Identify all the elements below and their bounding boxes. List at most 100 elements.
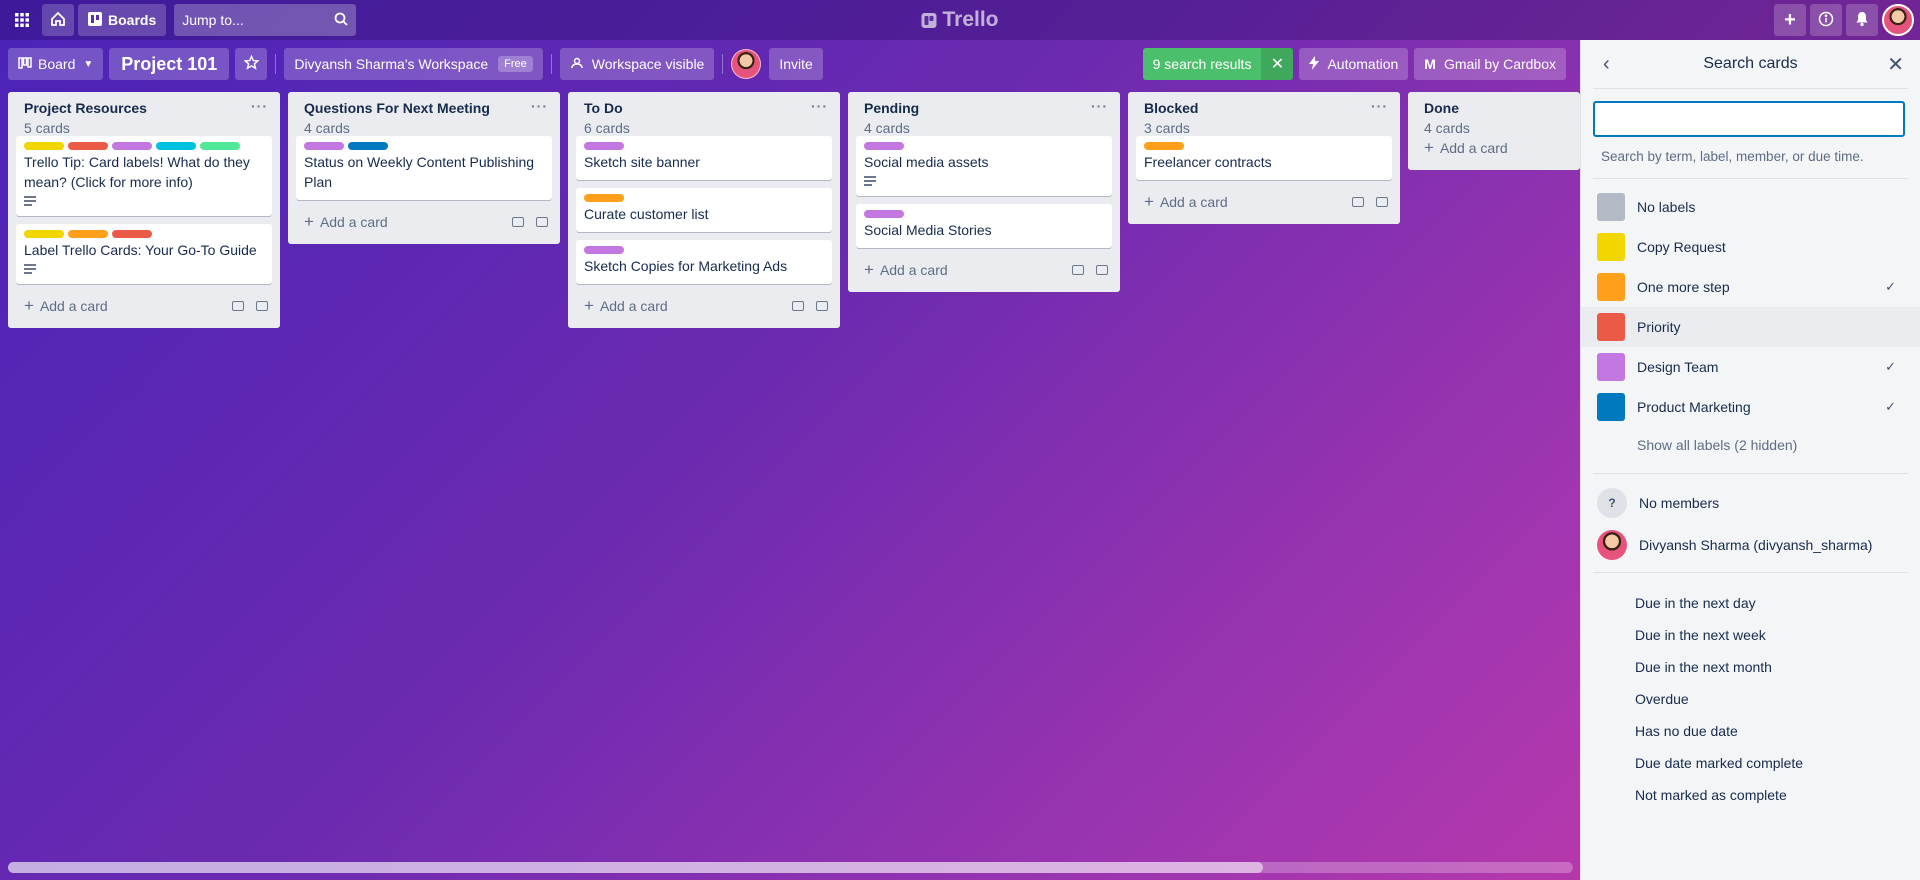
due-filter-next-week[interactable]: Due in the next week (1581, 619, 1920, 651)
video-icon[interactable] (232, 301, 244, 311)
list-menu-icon[interactable]: ··· (1091, 98, 1108, 114)
notifications-button[interactable] (1846, 4, 1878, 36)
board-title[interactable]: Project 101 (109, 48, 230, 80)
label-purple (864, 142, 904, 150)
video-icon[interactable] (1352, 197, 1364, 207)
unknown-member-icon: ? (1597, 488, 1627, 518)
video-icon[interactable] (792, 301, 804, 311)
due-filter-next-day[interactable]: Due in the next day (1581, 587, 1920, 619)
list-header[interactable]: Project Resources 5 cards ··· (16, 92, 272, 136)
add-card-button[interactable]: + Add a card (576, 292, 832, 320)
list-menu-icon[interactable]: ··· (531, 98, 548, 114)
account-avatar[interactable] (1882, 4, 1914, 36)
automation-button[interactable]: Automation (1299, 48, 1409, 80)
due-filter-next-month[interactable]: Due in the next month (1581, 651, 1920, 683)
add-card-button[interactable]: + Add a card (856, 256, 1112, 284)
workspace-button[interactable]: Divyansh Sharma's Workspace Free (284, 48, 543, 80)
scrollbar-thumb[interactable] (8, 862, 1263, 873)
trello-logo-icon (921, 12, 937, 28)
list-title[interactable]: Project Resources (24, 100, 268, 116)
due-filter-not-complete[interactable]: Not marked as complete (1581, 779, 1920, 811)
label-filter-one-more-step[interactable]: One more step ✓ (1581, 267, 1920, 307)
visibility-button[interactable]: Workspace visible (559, 48, 715, 80)
template-icon[interactable] (536, 217, 548, 227)
member-avatar[interactable] (731, 49, 762, 79)
clear-search-icon[interactable]: ✕ (1261, 48, 1294, 80)
list-menu-icon[interactable]: ··· (1371, 98, 1388, 114)
template-icon[interactable] (256, 301, 268, 311)
card[interactable]: Curate customer list (576, 188, 832, 232)
card-title: Trello Tip: Card labels! What do they me… (24, 154, 250, 190)
add-card-button[interactable]: + Add a card (296, 208, 552, 236)
due-filter-complete[interactable]: Due date marked complete (1581, 747, 1920, 779)
trello-logo[interactable]: Trello (921, 0, 999, 40)
card-labels (584, 142, 824, 150)
label-purple (112, 142, 152, 150)
card[interactable]: Status on Weekly Content Publishing Plan (296, 136, 552, 200)
label-filter-priority[interactable]: Priority (1581, 307, 1920, 347)
list-title[interactable]: Done (1424, 100, 1568, 116)
label-name: One more step (1637, 279, 1730, 295)
video-icon[interactable] (1072, 265, 1084, 275)
label-filter-copy-request[interactable]: Copy Request (1581, 227, 1920, 267)
list-title[interactable]: To Do (584, 100, 828, 116)
home-button[interactable] (42, 4, 74, 36)
template-icon[interactable] (1376, 197, 1388, 207)
free-badge: Free (498, 56, 533, 72)
card[interactable]: Label Trello Cards: Your Go-To Guide (16, 224, 272, 284)
list-header[interactable]: Pending 4 cards ··· (856, 92, 1112, 136)
label-purple (584, 142, 624, 150)
list-title[interactable]: Questions For Next Meeting (304, 100, 548, 116)
add-card-button[interactable]: + Add a card (16, 292, 272, 320)
label-swatch (1597, 233, 1625, 261)
list-title[interactable]: Blocked (1144, 100, 1388, 116)
apps-grid-icon[interactable] (6, 4, 38, 36)
back-icon[interactable]: ‹ (1603, 53, 1610, 76)
label-filter-design-team[interactable]: Design Team ✓ (1581, 347, 1920, 387)
show-all-labels-link[interactable]: Show all labels (2 hidden) (1581, 427, 1920, 467)
card[interactable]: Social media assets (856, 136, 1112, 196)
boards-button[interactable]: Boards (78, 4, 167, 36)
list-header[interactable]: To Do 6 cards ··· (576, 92, 832, 136)
invite-button[interactable]: Invite (769, 48, 823, 80)
add-card-button[interactable]: + Add a card (1416, 134, 1572, 162)
list-title[interactable]: Pending (864, 100, 1108, 116)
star-icon (243, 54, 260, 73)
label-filter-no-labels[interactable]: No labels (1581, 187, 1920, 227)
card[interactable]: Sketch Copies for Marketing Ads (576, 240, 832, 284)
video-icon[interactable] (512, 217, 524, 227)
card[interactable]: Sketch site banner (576, 136, 832, 180)
member-filter-divyansh[interactable]: Divyansh Sharma (divyansh_sharma) (1581, 524, 1920, 566)
member-filter-no-members[interactable]: ? No members (1581, 482, 1920, 524)
search-cards-input[interactable] (1593, 101, 1905, 137)
star-button[interactable] (235, 48, 268, 80)
close-icon[interactable]: ✕ (1887, 52, 1904, 77)
info-button[interactable] (1810, 4, 1842, 36)
plus-icon: + (1144, 192, 1154, 211)
member-name: Divyansh Sharma (divyansh_sharma) (1639, 537, 1873, 553)
due-filter-no-due-date[interactable]: Has no due date (1581, 715, 1920, 747)
label-name: Design Team (1637, 359, 1719, 375)
list-header[interactable]: Blocked 3 cards ··· (1136, 92, 1392, 136)
template-icon[interactable] (1096, 265, 1108, 275)
board-horizontal-scrollbar[interactable] (8, 862, 1573, 873)
list-header[interactable]: Done 4 cards (1416, 92, 1572, 136)
card[interactable]: Social Media Stories (856, 204, 1112, 248)
jump-to-search[interactable]: Jump to... (174, 4, 357, 36)
due-filter-overdue[interactable]: Overdue (1581, 683, 1920, 715)
create-button[interactable]: + (1774, 4, 1806, 36)
gmail-powerup-button[interactable]: M Gmail by Cardbox (1414, 48, 1566, 80)
gmail-icon: M (1424, 56, 1436, 72)
search-results-badge[interactable]: 9 search results ✕ (1142, 48, 1294, 80)
view-switcher-button[interactable]: Board ▼ (8, 48, 104, 80)
card[interactable]: Trello Tip: Card labels! What do they me… (16, 136, 272, 216)
template-icon[interactable] (816, 301, 828, 311)
list-menu-icon[interactable]: ··· (811, 98, 828, 114)
label-filter-product-marketing[interactable]: Product Marketing ✓ (1581, 387, 1920, 427)
label-filter-list: No labels Copy Request One more step ✓ P… (1581, 179, 1920, 473)
add-card-button[interactable]: + Add a card (1136, 188, 1392, 216)
list-header[interactable]: Questions For Next Meeting 4 cards ··· (296, 92, 552, 136)
card[interactable]: Freelancer contracts (1136, 136, 1392, 180)
search-cards-panel: ‹ Search cards ✕ Search by term, label, … (1580, 40, 1920, 880)
list-menu-icon[interactable]: ··· (251, 98, 268, 114)
